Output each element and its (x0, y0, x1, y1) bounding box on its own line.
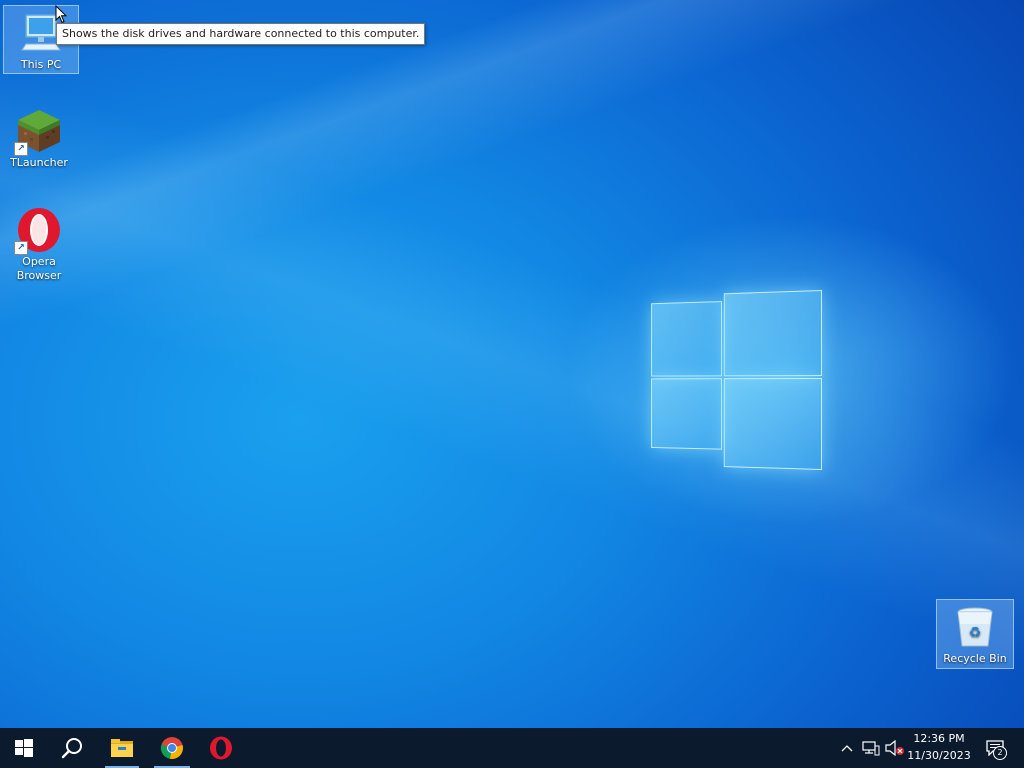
start-button[interactable] (0, 728, 48, 768)
desktop-icon-tlauncher[interactable]: ↗ TLauncher (2, 104, 76, 170)
windows-logo-wallpaper (651, 290, 822, 480)
file-explorer-icon (111, 739, 133, 757)
clock-time: 12:36 PM (913, 732, 965, 745)
opera-icon: ↗ (14, 207, 62, 255)
desktop-icon-recycle-bin[interactable]: ♻ Recycle Bin (936, 599, 1014, 669)
tooltip: Shows the disk drives and hardware conne… (56, 23, 426, 45)
desktop-icon-label: TLauncher (10, 156, 68, 169)
windows-start-icon (15, 739, 33, 757)
desktop-icon-label: This PC (20, 58, 62, 71)
desktop: This PC ↗ TLauncher ↗ Opera Browser ♻ Re… (0, 0, 1024, 728)
light-beam (0, 0, 1024, 728)
search-button[interactable] (48, 728, 96, 768)
network-status[interactable] (861, 728, 881, 768)
desktop-icon-label: Recycle Bin (943, 652, 1007, 665)
desktop-icon-label: Opera Browser (16, 255, 62, 282)
desktop-icon-opera-browser[interactable]: ↗ Opera Browser (2, 203, 76, 283)
chevron-up-icon (841, 745, 853, 752)
taskbar-opera[interactable] (198, 728, 244, 768)
recycle-bin-icon: ♻ (952, 604, 998, 650)
search-icon (61, 738, 82, 759)
svg-text:♻: ♻ (969, 625, 982, 641)
volume-muted-icon (885, 740, 904, 756)
taskbar-chrome[interactable] (152, 728, 192, 768)
light-beam (0, 0, 1024, 728)
taskbar-file-explorer[interactable] (103, 728, 141, 768)
clock-date: 11/30/2023 (907, 749, 971, 762)
system-clock[interactable]: 12:36 PM 11/30/2023 (904, 730, 974, 766)
action-center-button[interactable]: 2 (980, 728, 1010, 768)
network-icon (862, 741, 880, 756)
opera-icon (210, 736, 232, 760)
notification-count-badge: 2 (993, 746, 1007, 760)
shortcut-arrow-icon: ↗ (14, 241, 28, 255)
mouse-cursor-icon (55, 5, 67, 24)
shortcut-arrow-icon: ↗ (14, 142, 28, 156)
taskbar: 12:36 PM 11/30/2023 2 (0, 728, 1024, 768)
notification-icon: 2 (986, 740, 1007, 760)
volume-control[interactable] (884, 728, 906, 768)
chrome-icon (160, 737, 183, 759)
minecraft-grass-block-icon: ↗ (14, 108, 62, 156)
show-hidden-icons-button[interactable] (838, 728, 856, 768)
